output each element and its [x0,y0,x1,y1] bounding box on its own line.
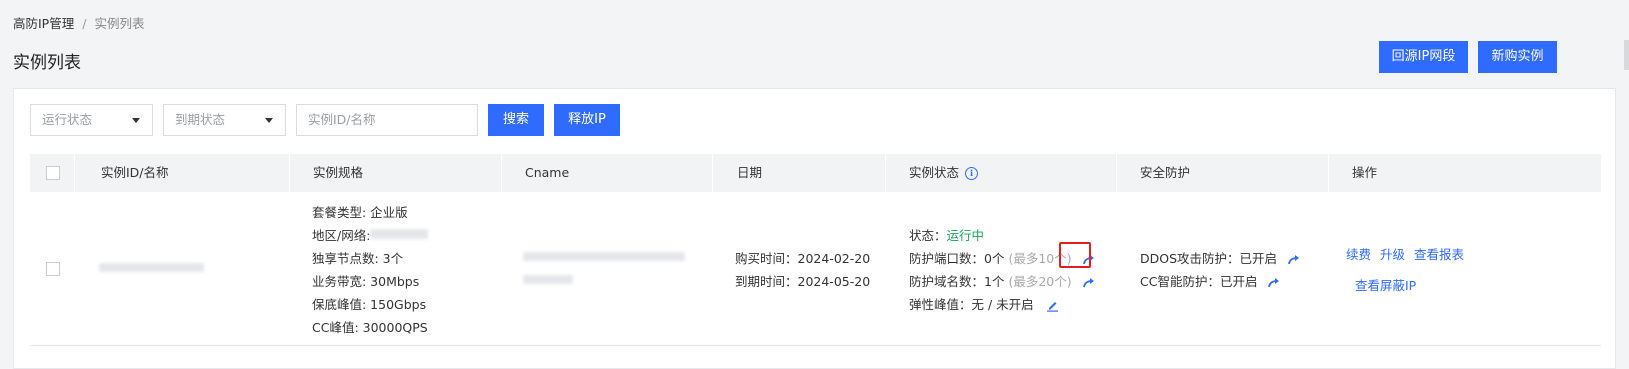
instance-list-card: 运行状态 到期状态 实例ID/名称 搜索 释放IP 实例ID/名称 实例规格 C… [13,88,1616,369]
spec-nodes: 独享节点数: 3个 [312,251,404,266]
ports-label: 防护端口数： [909,251,985,266]
header-cname: Cname [525,165,570,180]
purchase-date: 购买时间：2024-02-20 [735,251,871,266]
status-running: 运行中 [946,228,985,243]
origin-ip-button[interactable]: 回源IP网段 [1379,41,1468,73]
expire-status-select[interactable]: 到期状态 [163,104,286,136]
share-arrow-icon[interactable] [1267,277,1281,289]
ports-value: 0个 [984,251,1005,266]
redacted-region [370,229,428,239]
header-status: 实例状态 i [909,154,979,192]
header-status-label: 实例状态 [909,165,960,180]
header-actions: 操作 [1352,165,1378,180]
spec-package-type: 套餐类型: 企业版 [312,205,408,220]
spec-cc-peak: CC峰值: 30000QPS [312,320,428,335]
breadcrumb: 高防IP管理 / 实例列表 [13,13,144,32]
elastic-label: 弹性峰值： [909,297,972,312]
breadcrumb-parent[interactable]: 高防IP管理 [13,16,74,31]
spec-guarantee-peak: 保底峰值: 150Gbps [312,297,427,312]
redacted-cname [523,252,685,261]
cc-value: 已开启 [1219,274,1258,289]
release-ip-button[interactable]: 释放IP [554,104,620,136]
search-input[interactable]: 实例ID/名称 [296,104,478,136]
view-blocked-ip-link[interactable]: 查看屏蔽IP [1355,275,1416,294]
chevron-down-icon [265,118,273,123]
ddos-label: DDOS攻击防护： [1140,251,1240,266]
expire-date: 到期时间：2024-05-20 [735,274,871,289]
info-icon[interactable]: i [965,167,979,180]
ddos-line: DDOS攻击防护：已开启 [1140,248,1301,267]
redacted-instance-id [99,263,204,272]
upgrade-link[interactable]: 升级 [1380,244,1405,263]
share-arrow-icon[interactable] [1082,277,1096,289]
select-all-checkbox[interactable] [46,166,60,180]
buy-new-button[interactable]: 新购实例 [1478,41,1557,73]
run-status-placeholder: 运行状态 [42,112,93,127]
ddos-value: 已开启 [1239,251,1278,266]
elastic-line: 弹性峰值：无 / 未开启 [909,294,1059,313]
search-button[interactable]: 搜索 [488,104,544,136]
page-title: 实例列表 [13,53,81,73]
domains-label: 防护域名数： [909,274,985,289]
table-header: 实例ID/名称 实例规格 Cname 日期 实例状态 i 安全防护 操作 [30,154,1601,192]
expire-status-placeholder: 到期状态 [175,112,226,127]
cc-line: CC智能防护：已开启 [1140,271,1281,290]
elastic-value: 无 / 未开启 [971,297,1034,312]
header-date: 日期 [737,165,763,180]
spec-region: 地区/网络: [312,228,371,243]
edit-icon[interactable] [1046,299,1059,312]
view-report-link[interactable]: 查看报表 [1414,244,1464,263]
cc-label: CC智能防护： [1140,274,1220,289]
run-status-select[interactable]: 运行状态 [30,104,153,136]
share-arrow-icon[interactable] [1287,254,1301,266]
breadcrumb-current: 实例列表 [94,16,145,31]
renew-link[interactable]: 续费 [1346,244,1371,263]
domains-value: 1个 [984,274,1005,289]
redacted-cname-2 [523,275,573,284]
status-line: 状态：运行中 [909,225,984,244]
domains-line: 防护域名数：1个 (最多20个) [909,271,1096,290]
highlight-box [1059,242,1091,268]
scrollbar[interactable] [1624,40,1629,70]
header-spec: 实例规格 [313,165,364,180]
header-security: 安全防护 [1140,165,1191,180]
row-checkbox[interactable] [46,262,60,276]
breadcrumb-separator: / [82,16,87,31]
spec-bandwidth: 业务带宽: 30Mbps [312,274,420,289]
chevron-down-icon [132,118,140,123]
status-label: 状态： [909,228,947,243]
row-divider [30,345,1601,346]
header-id-name: 实例ID/名称 [101,165,169,180]
domains-max: (最多20个) [1008,274,1072,289]
